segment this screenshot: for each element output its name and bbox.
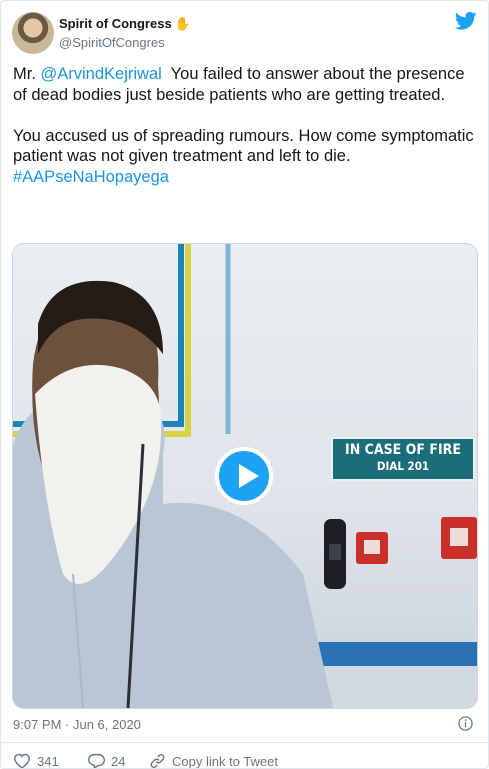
tweet-paragraph-2: You accused us of spreading rumours. How… (13, 126, 474, 166)
reply-bubble-icon (88, 753, 105, 768)
reply-count: 24 (111, 753, 126, 769)
author-name[interactable]: Spirit of Congress ✋ (59, 16, 191, 32)
author-name-text: Spirit of Congress (59, 16, 172, 31)
link-icon (150, 754, 165, 768)
author-handle[interactable]: @SpiritOfCongres (59, 35, 165, 50)
like-button[interactable]: 341 (13, 753, 59, 769)
like-count: 341 (37, 753, 59, 769)
copy-link-label: Copy link to Tweet (172, 753, 278, 769)
tweet-paragraph-1: Mr. @ArvindKejriwal You failed to answer… (13, 64, 475, 105)
sign-line-2: DIAL 201 (376, 459, 430, 473)
twitter-bird-icon[interactable] (455, 11, 477, 31)
divider (1, 742, 488, 743)
text-prefix: Mr. (13, 65, 41, 83)
tweet-card: Spirit of Congress ✋ @SpiritOfCongres Mr.… (0, 0, 489, 769)
tweet-text: Mr. @ArvindKejriwal You failed to answer… (13, 64, 475, 187)
info-icon[interactable] (458, 716, 473, 731)
tweet-timestamp[interactable]: 9:07 PM · Jun 6, 2020 (13, 717, 141, 732)
play-icon[interactable] (215, 447, 273, 505)
raised-hand-emoji: ✋ (174, 16, 191, 31)
avatar[interactable] (12, 12, 54, 54)
hashtag-link[interactable]: #AAPseNaHopayega (13, 168, 169, 186)
reply-button[interactable]: 24 (88, 753, 126, 769)
copy-link-button[interactable]: Copy link to Tweet (149, 753, 278, 769)
mention-link[interactable]: @ArvindKejriwal (41, 65, 162, 83)
heart-icon (13, 753, 31, 768)
sign-line-1: IN CASE OF FIRE (345, 442, 461, 458)
fire-safety-sign: IN CASE OF FIRE DIAL 201 (331, 437, 475, 481)
video-player[interactable]: IN CASE OF FIRE DIAL 201 (12, 243, 478, 709)
